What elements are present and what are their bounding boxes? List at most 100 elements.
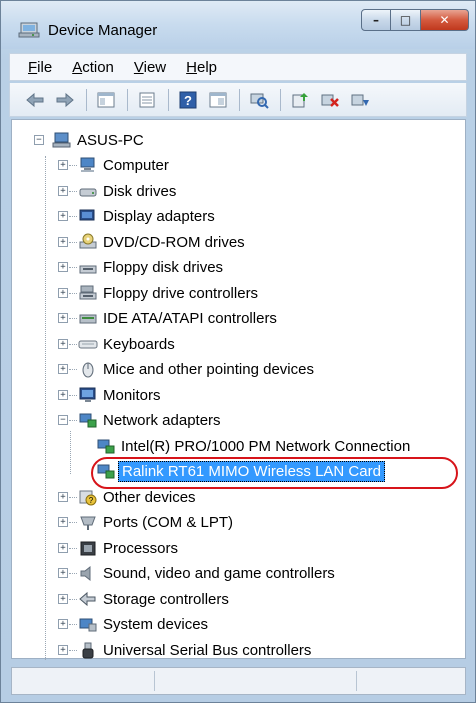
back-icon[interactable]: [24, 89, 46, 111]
annotation-highlight-oval: [91, 457, 458, 489]
tree-device[interactable]: Intel(R) PRO/1000 PM Network Connection: [96, 435, 410, 457]
tree-category[interactable]: + Universal Serial Bus controllers: [58, 639, 311, 661]
computer-root-icon: [52, 132, 71, 148]
help-icon[interactable]: ?: [177, 89, 199, 111]
keyboard-icon: [78, 340, 98, 349]
tree-line: [69, 650, 77, 651]
toolbar-separator: [239, 88, 240, 111]
tree-category[interactable]: − Network adapters: [58, 409, 221, 431]
tree-category-label: DVD/CD-ROM drives: [103, 233, 245, 251]
expand-icon[interactable]: +: [58, 186, 68, 196]
title-bar[interactable]: Device Manager – □ ✕: [1, 1, 475, 49]
expand-icon[interactable]: +: [58, 160, 68, 170]
mouse-icon: [82, 362, 94, 378]
tree-category[interactable]: + Storage controllers: [58, 588, 229, 610]
tree-category[interactable]: + DVD/CD-ROM drives: [58, 231, 245, 253]
floppy-controller-icon: [79, 285, 97, 300]
expand-icon[interactable]: +: [58, 517, 68, 527]
disable-icon[interactable]: [349, 89, 371, 111]
show-hide-tree-icon[interactable]: [95, 89, 117, 111]
toolbar-separator: [280, 88, 281, 111]
tree-category[interactable]: + Ports (COM & LPT): [58, 511, 233, 533]
window-title: Device Manager: [48, 22, 158, 39]
properties-icon[interactable]: [136, 89, 158, 111]
update-driver-icon[interactable]: [289, 89, 311, 111]
processor-icon: [80, 541, 96, 556]
tree-root-asus-pc[interactable]: − ASUS-PC: [34, 129, 144, 151]
tree-category[interactable]: + Sound, video and game controllers: [58, 562, 335, 584]
collapse-icon[interactable]: −: [58, 415, 68, 425]
menu-help[interactable]: Help: [186, 59, 217, 76]
display-adapter-icon: [79, 209, 95, 221]
toolbar: ?: [9, 83, 467, 117]
status-pane: [356, 671, 357, 691]
menu-file-rest: ile: [37, 58, 53, 76]
expand-icon[interactable]: +: [58, 313, 68, 323]
tree-category-label: Mice and other pointing devices: [103, 360, 314, 378]
tree-category-label: Other devices: [103, 488, 196, 506]
minimize-button[interactable]: –: [361, 9, 391, 31]
menu-view-accel: V: [133, 58, 144, 76]
close-button[interactable]: ✕: [421, 9, 469, 31]
expand-icon[interactable]: +: [58, 339, 68, 349]
tree-category[interactable]: +? Other devices: [58, 486, 196, 508]
uninstall-icon[interactable]: [319, 89, 341, 111]
tree-line: [69, 395, 77, 396]
disk-drive-icon: [79, 188, 97, 197]
menu-action-rest: ction: [82, 58, 114, 76]
tree-line: [69, 191, 77, 192]
tree-category-label: IDE ATA/ATAPI controllers: [103, 309, 277, 327]
tree-category[interactable]: + Computer: [58, 154, 169, 176]
expand-icon[interactable]: +: [58, 619, 68, 629]
dvd-drive-icon: [79, 233, 97, 249]
expand-icon[interactable]: +: [58, 237, 68, 247]
expand-icon[interactable]: +: [58, 568, 68, 578]
device-tree[interactable]: − ASUS-PC + Computer + Disk drives + Display …: [11, 119, 466, 661]
tree-category[interactable]: + Display adapters: [58, 205, 215, 227]
tree-category[interactable]: + Processors: [58, 537, 178, 559]
monitor-icon: [79, 387, 96, 402]
tree-category[interactable]: + Floppy disk drives: [58, 256, 223, 278]
storage-controller-icon: [79, 591, 96, 607]
tree-category[interactable]: + Disk drives: [58, 180, 176, 202]
tree-category[interactable]: + Monitors: [58, 384, 161, 406]
maximize-button[interactable]: □: [391, 9, 421, 31]
tree-line: [69, 344, 77, 345]
menu-action[interactable]: Action: [72, 59, 114, 76]
tree-line: [69, 573, 77, 574]
expand-icon[interactable]: +: [58, 492, 68, 502]
tree-category[interactable]: + Keyboards: [58, 333, 175, 355]
expand-icon[interactable]: +: [58, 645, 68, 655]
tree-line: [69, 548, 77, 549]
expand-icon[interactable]: +: [58, 288, 68, 298]
view-icon[interactable]: [207, 89, 229, 111]
expand-icon[interactable]: +: [58, 390, 68, 400]
menu-view[interactable]: View: [134, 59, 166, 76]
tree-category[interactable]: + Floppy drive controllers: [58, 282, 259, 304]
forward-icon[interactable]: [54, 89, 76, 111]
tree-category[interactable]: + IDE ATA/ATAPI controllers: [58, 307, 277, 329]
tree-line: [69, 267, 77, 268]
menu-file[interactable]: File: [28, 59, 52, 76]
toolbar-separator: [86, 88, 87, 111]
tree-category-label: Floppy drive controllers: [103, 284, 259, 302]
tree-category-label: Storage controllers: [103, 590, 229, 608]
tree-line: [45, 156, 46, 660]
scan-hardware-icon[interactable]: [248, 89, 270, 111]
expand-icon[interactable]: +: [58, 594, 68, 604]
expand-icon[interactable]: +: [58, 364, 68, 374]
network-adapter-icon: [79, 413, 97, 428]
svg-text:?: ?: [184, 93, 192, 108]
collapse-icon[interactable]: −: [34, 135, 44, 145]
tree-category[interactable]: + Mice and other pointing devices: [58, 358, 314, 380]
tree-category[interactable]: + System devices: [58, 613, 208, 635]
menu-bar: File Action View Help: [9, 53, 467, 81]
tree-line: [69, 599, 77, 600]
toolbar-separator: [168, 88, 169, 111]
tree-category-label: Computer: [103, 156, 169, 174]
menu-file-accel: F: [28, 58, 38, 76]
expand-icon[interactable]: +: [58, 211, 68, 221]
tree-line: [69, 216, 77, 217]
expand-icon[interactable]: +: [58, 262, 68, 272]
expand-icon[interactable]: +: [58, 543, 68, 553]
